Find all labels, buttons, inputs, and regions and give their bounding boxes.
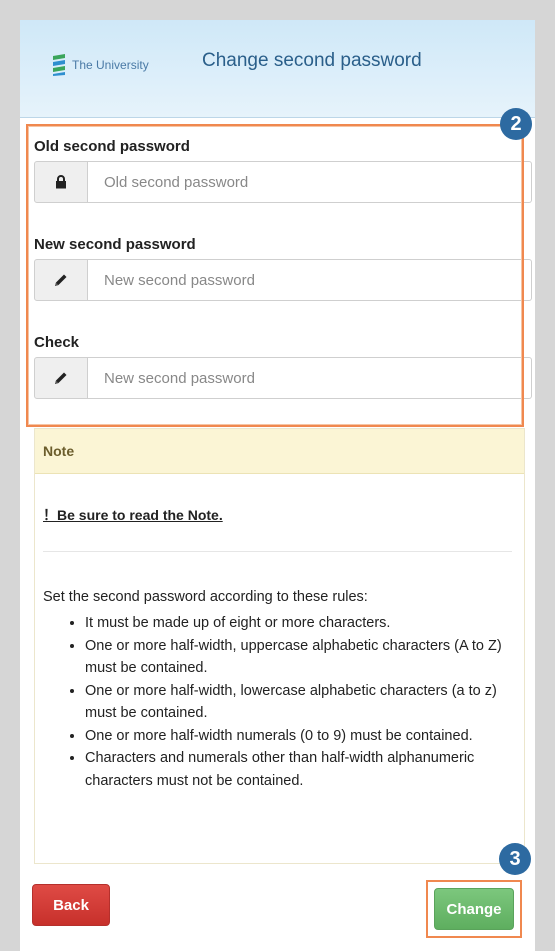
rule-item: Characters and numerals other than half-… <box>85 747 525 792</box>
university-logo-icon <box>53 54 65 76</box>
pencil-icon <box>55 274 67 286</box>
new-password-group <box>34 259 532 301</box>
lock-icon <box>56 175 66 189</box>
rule-item: One or more half-width, lowercase alphab… <box>85 680 525 725</box>
note-title: Note <box>35 429 524 474</box>
new-password-input[interactable] <box>88 259 532 301</box>
check-password-addon <box>34 357 88 399</box>
back-button[interactable]: Back <box>32 884 110 926</box>
old-password-group <box>34 161 532 203</box>
check-password-group <box>34 357 532 399</box>
step-marker-3: 3 <box>499 843 531 875</box>
note-intro: Set the second password according to the… <box>43 589 368 605</box>
note-warning: ！Be sure to read the Note. <box>43 507 223 523</box>
note-panel: Note ！Be sure to read the Note. Set the … <box>34 428 525 864</box>
change-password-panel: The University Change second password Ol… <box>20 20 535 951</box>
university-logo: The University <box>52 54 149 76</box>
new-password-addon <box>34 259 88 301</box>
logo-text: The University <box>72 58 149 72</box>
change-button[interactable]: Change <box>434 888 514 930</box>
old-password-addon <box>34 161 88 203</box>
check-password-label: Check <box>34 334 80 351</box>
new-password-label: New second password <box>34 236 196 253</box>
page-header: The University Change second password <box>20 20 535 118</box>
check-password-input[interactable] <box>88 357 532 399</box>
rule-item: One or more half-width, uppercase alphab… <box>85 635 525 680</box>
rules-list: It must be made up of eight or more char… <box>61 612 525 792</box>
rule-item: It must be made up of eight or more char… <box>85 612 525 635</box>
step-marker-2: 2 <box>500 108 532 140</box>
note-divider <box>43 551 512 552</box>
pencil-icon <box>55 372 67 384</box>
old-password-input[interactable] <box>88 161 532 203</box>
page-title: Change second password <box>202 50 422 71</box>
rule-item: One or more half-width numerals (0 to 9)… <box>85 725 525 748</box>
old-password-label: Old second password <box>34 138 190 155</box>
